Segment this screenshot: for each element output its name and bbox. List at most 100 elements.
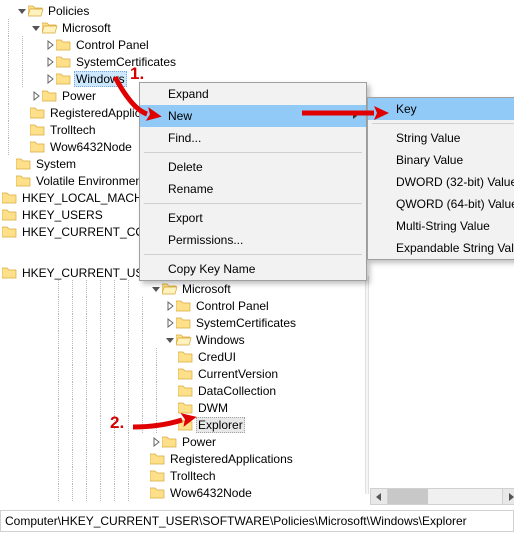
chevron-down-icon[interactable] [150,283,162,295]
tree-label: RegisteredApplications [168,452,295,466]
folder-icon [2,191,18,205]
folder-open-icon [28,4,44,18]
chevron-right-icon[interactable] [164,317,176,329]
tree-node-dwm[interactable]: DWM [52,399,372,416]
tree-label: Microsoft [60,21,113,35]
folder-open-icon [162,282,178,296]
tree-label: CredUI [196,350,238,364]
folder-open-icon [176,333,192,347]
tree-label: Microsoft [180,282,233,296]
tree-label: Volatile Environment [34,174,147,188]
tree-label: SystemCertificates [74,55,178,69]
folder-icon [2,225,18,239]
tree-label: Windows [194,333,247,347]
folder-icon [30,140,46,154]
tree-label: System [34,157,78,171]
menu-item-find[interactable]: Find... [140,127,366,149]
menu-item-rename[interactable]: Rename [140,178,366,200]
folder-icon [178,418,194,432]
tree-node-datacollection[interactable]: DataCollection [52,382,372,399]
menu-item-expand[interactable]: Expand [140,83,366,105]
tree-label: CurrentVersion [196,367,280,381]
folder-icon [2,208,18,222]
tree-node-policies[interactable]: Policies [2,2,514,19]
menu-item-label: New [168,109,192,123]
chevron-down-icon[interactable] [16,5,28,17]
tree-node-systemcertificates[interactable]: SystemCertificates [2,53,514,70]
menu-item-copykeyname[interactable]: Copy Key Name [140,258,366,280]
menu-item-binaryvalue[interactable]: Binary Value [368,149,514,171]
menu-separator [372,123,514,124]
tree-label: Policies [46,4,91,18]
tree-label: SystemCertificates [194,316,298,330]
scroll-track[interactable] [388,489,502,504]
tree-label-selected: Explorer [196,417,245,433]
chevron-down-icon[interactable] [30,22,42,34]
submenu-arrow-icon [353,109,358,123]
tree-label: Power [60,89,98,103]
folder-icon [16,174,32,188]
tree-node-currentversion[interactable]: CurrentVersion [52,365,372,382]
chevron-down-icon[interactable] [164,334,176,346]
folder-icon [178,401,194,415]
folder-icon [178,384,194,398]
folder-icon [30,123,46,137]
tree-label: Control Panel [74,38,151,52]
scrollbar-horizontal[interactable] [370,488,514,505]
menu-item-delete[interactable]: Delete [140,156,366,178]
chevron-right-icon[interactable] [44,73,56,85]
chevron-right-icon[interactable] [44,56,56,68]
tree-label: DataCollection [196,384,278,398]
folder-icon [176,316,192,330]
folder-icon [30,106,46,120]
tree-node-controlpanel[interactable]: Control Panel [52,297,372,314]
tree-node-systemcertificates[interactable]: SystemCertificates [52,314,372,331]
chevron-right-icon[interactable] [164,300,176,312]
tree-node-controlpanel[interactable]: Control Panel [2,36,514,53]
menu-item-new[interactable]: New [140,105,366,127]
tree-label: HKEY_USERS [20,208,105,222]
menu-item-dword[interactable]: DWORD (32-bit) Value [368,171,514,193]
context-menu: Expand New Find... Delete Rename Export … [139,82,367,281]
tree-label: DWM [196,401,230,415]
tree-node-wow6432[interactable]: Wow6432Node [52,484,372,501]
tree-node-microsoft[interactable]: Microsoft [52,280,372,297]
tree-label: Wow6432Node [168,486,254,500]
scroll-thumb[interactable] [388,489,428,504]
menu-item-multistring[interactable]: Multi-String Value [368,215,514,237]
tree-node-microsoft[interactable]: Microsoft [2,19,514,36]
menu-item-qword[interactable]: QWORD (64-bit) Value [368,193,514,215]
tree-node-power[interactable]: Power [52,433,372,450]
scroll-right-button[interactable] [502,489,514,504]
chevron-right-icon[interactable] [44,39,56,51]
pane-splitter[interactable] [365,276,369,494]
menu-item-expandablestring[interactable]: Expandable String Value [368,237,514,259]
tree-node-registeredapplications[interactable]: RegisteredApplications [52,450,372,467]
folder-icon [178,367,194,381]
folder-icon [56,72,72,86]
tree-label: Control Panel [194,299,271,313]
tree-node-windows[interactable]: Windows [52,331,372,348]
folder-icon [150,469,166,483]
menu-item-stringvalue[interactable]: String Value [368,127,514,149]
tree-node-explorer-selected[interactable]: Explorer [52,416,372,433]
tree-label: Power [180,435,218,449]
folder-icon [150,486,166,500]
menu-item-key[interactable]: Key [368,98,514,120]
folder-icon [56,55,72,69]
folder-icon [162,435,178,449]
folder-icon [42,89,58,103]
chevron-right-icon[interactable] [30,90,42,102]
tree-label: RegisteredApplic [48,106,143,120]
menu-separator [144,152,362,153]
scroll-left-button[interactable] [371,489,388,504]
folder-icon [178,350,194,364]
menu-item-permissions[interactable]: Permissions... [140,229,366,251]
tree-label: Trolltech [48,123,98,137]
folder-icon [150,452,166,466]
tree-node-trolltech[interactable]: Trolltech [52,467,372,484]
tree-node-credui[interactable]: CredUI [52,348,372,365]
chevron-right-icon[interactable] [150,436,162,448]
menu-item-export[interactable]: Export [140,207,366,229]
tree-label: Wow6432Node [48,140,134,154]
